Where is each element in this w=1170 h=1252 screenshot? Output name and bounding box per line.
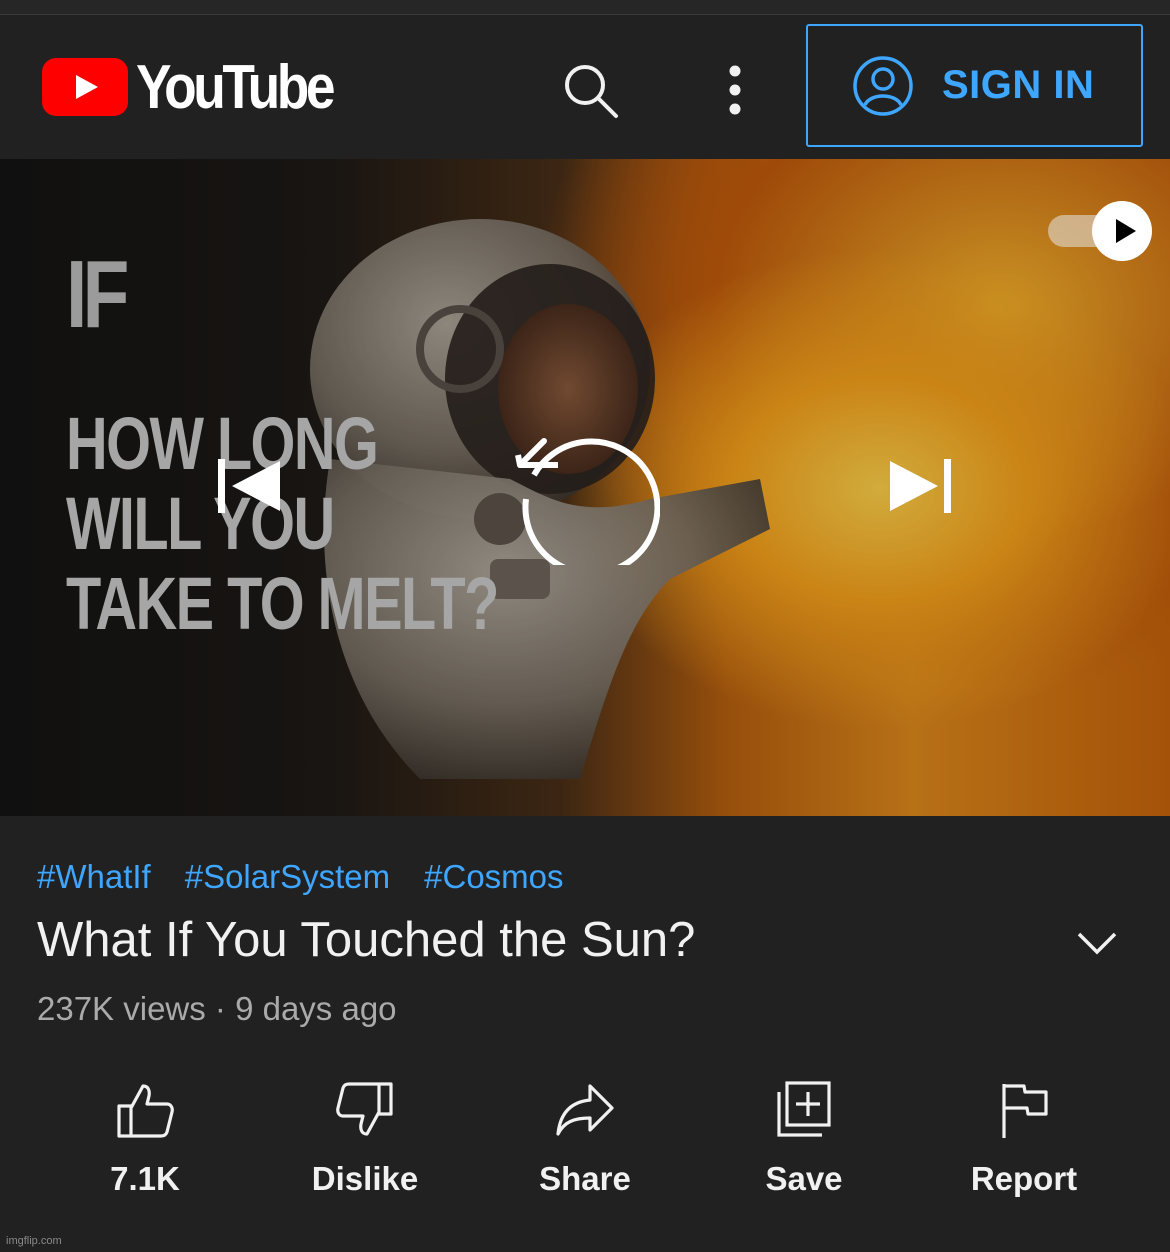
youtube-play-logo-icon [42,58,128,116]
share-label: Share [539,1160,631,1197]
video-title[interactable]: What If You Touched the Sun? [37,912,695,968]
sign-in-label: SIGN IN [942,63,1095,107]
search-icon [565,65,618,118]
more-vert-icon [729,65,741,115]
replay-icon [515,438,661,577]
save-button[interactable]: Save [694,1080,914,1210]
dislike-icon [336,1082,393,1136]
previous-icon [218,459,280,513]
youtube-logo[interactable]: YouTube [42,53,364,122]
chevron-down-icon [1077,932,1117,955]
dislike-button[interactable]: Dislike [255,1080,475,1210]
status-strip [0,0,1170,15]
like-icon [117,1084,174,1138]
replay-button[interactable] [510,417,661,577]
account-circle-icon [853,55,913,116]
save-playlist-icon [777,1081,831,1137]
hashtag-list: #WhatIf #SolarSystem #Cosmos [37,858,598,896]
hashtag-link[interactable]: #Cosmos [424,858,563,896]
autoplay-play-icon [1092,201,1152,261]
previous-video-button[interactable] [210,455,290,519]
search-button[interactable] [560,60,622,122]
flag-icon [1002,1084,1048,1138]
report-label: Report [970,1160,1078,1197]
watermark: imgflip.com [6,1235,62,1247]
top-app-bar: YouTube SIGN IN [0,15,1170,159]
thumbnail-channel-logo: IF [66,241,129,348]
like-button[interactable]: 7.1K [35,1080,255,1210]
next-video-button[interactable] [884,455,964,519]
share-icon [556,1084,614,1136]
action-bar: 7.1K Dislike Share Save Report [0,1080,1170,1220]
report-button[interactable]: Report [914,1080,1134,1210]
sign-in-button[interactable]: SIGN IN [806,24,1143,147]
dislike-label: Dislike [311,1160,419,1197]
thumbnail-caption-line: TAKE TO MELT? [66,562,499,645]
video-player[interactable]: IF HOW LONG WILL YOU TAKE TO MELT? [0,159,1170,816]
hashtag-link[interactable]: #SolarSystem [185,858,390,896]
logo-wordmark: YouTube [136,52,336,122]
like-count: 7.1K [110,1160,180,1197]
next-icon [890,459,951,513]
autoplay-toggle[interactable] [1046,199,1154,261]
video-metadata: 237K views · 9 days ago [37,990,397,1027]
hashtag-link[interactable]: #WhatIf [37,858,151,896]
share-button[interactable]: Share [475,1080,695,1210]
more-options-button[interactable] [712,60,758,122]
expand-description-button[interactable] [1074,926,1120,962]
save-label: Save [765,1160,843,1197]
